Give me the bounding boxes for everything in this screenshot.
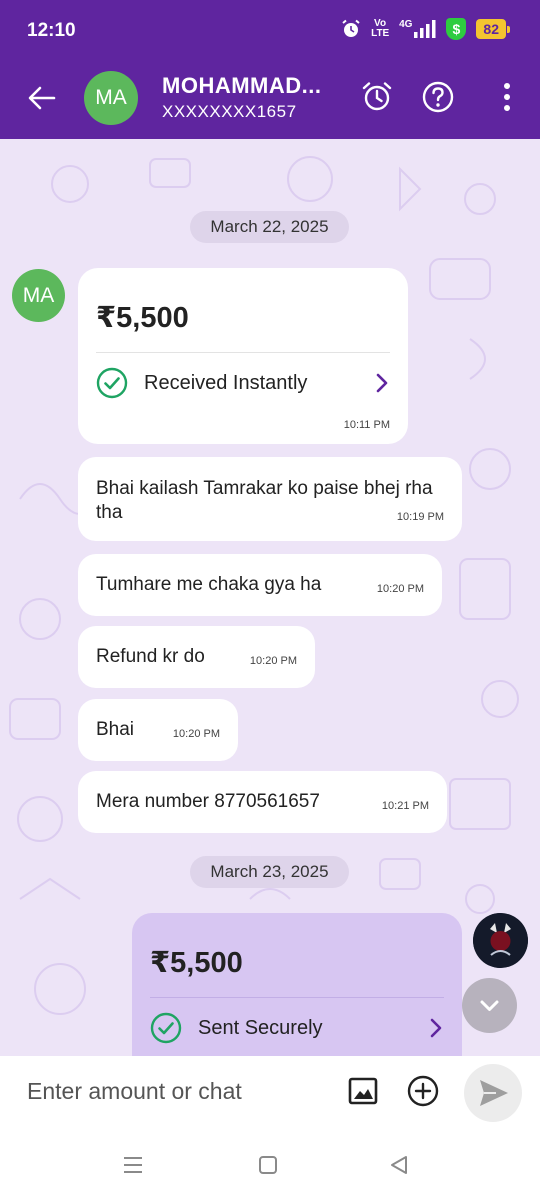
chat-header: MA MOHAMMAD... XXXXXXXX1657 — [0, 60, 540, 139]
card-divider — [96, 352, 390, 353]
chevron-down-icon — [480, 1000, 499, 1011]
check-circle-icon — [150, 1012, 182, 1044]
battery-indicator: 82 — [476, 19, 510, 39]
contact-number: XXXXXXXX1657 — [162, 102, 297, 121]
menu-nav-icon[interactable] — [122, 1154, 144, 1176]
payment-amount: ₹5,500 — [96, 302, 189, 334]
message-bubble[interactable]: Mera number 8770561657 10:21 PM — [78, 771, 447, 833]
payment-status-row[interactable]: Received Instantly — [96, 367, 390, 399]
message-time: 10:19 PM — [396, 511, 444, 523]
message-text: Bhai kailash Tamrakar ko paise bhej rha … — [96, 478, 433, 523]
image-icon[interactable] — [346, 1074, 380, 1108]
message-input-bar: Enter amount or chat — [0, 1056, 540, 1130]
message-text: Mera number 8770561657 — [96, 791, 320, 812]
volte-indicator: Vo LTE — [371, 18, 390, 39]
received-payment-card[interactable]: ₹5,500 Received Instantly 10:11 PM — [78, 268, 408, 444]
back-arrow-icon[interactable] — [26, 82, 58, 114]
message-bubble[interactable]: Bhai 10:20 PM — [78, 699, 238, 761]
payment-status: Sent Securely — [198, 1016, 323, 1039]
message-bubble[interactable]: Tumhare me chaka gya ha 10:20 PM — [78, 554, 442, 616]
send-button[interactable] — [464, 1064, 522, 1122]
status-bar: 12:10 Vo LTE 4G $ 82 — [0, 0, 540, 60]
sender-avatar[interactable]: MA — [12, 269, 65, 322]
network-type: 4G — [399, 19, 413, 30]
message-bubble[interactable]: Refund kr do 10:20 PM — [78, 626, 315, 688]
message-time: 10:20 PM — [172, 728, 220, 740]
contact-name[interactable]: MOHAMMAD... — [162, 73, 321, 99]
check-circle-icon — [96, 367, 128, 399]
chevron-right-icon — [430, 1018, 442, 1038]
status-time: 12:10 — [27, 20, 76, 41]
message-text: Refund kr do — [96, 646, 205, 667]
message-bubble[interactable]: Bhai kailash Tamrakar ko paise bhej rha … — [78, 457, 462, 541]
send-icon — [480, 1080, 508, 1106]
chat-area[interactable]: March 22, 2025 MA ₹5,500 Received Instan… — [0, 139, 540, 1056]
message-time: 10:21 PM — [381, 800, 429, 812]
message-time: 10:20 PM — [376, 583, 424, 595]
card-divider — [150, 997, 444, 998]
alarm-status-icon — [342, 19, 360, 37]
contact-avatar[interactable]: MA — [84, 71, 138, 125]
system-navigation-bar — [0, 1130, 540, 1200]
chat-input[interactable]: Enter amount or chat — [27, 1078, 242, 1105]
message-text: Bhai — [96, 719, 135, 740]
back-nav-icon[interactable] — [388, 1154, 410, 1176]
payment-amount: ₹5,500 — [150, 947, 243, 979]
payment-app-icon: $ — [446, 18, 467, 40]
home-nav-icon[interactable] — [257, 1154, 279, 1176]
status-icons: Vo LTE 4G $ 82 — [341, 18, 510, 40]
payment-status-row[interactable]: Sent Securely — [150, 1012, 444, 1044]
message-text: Tumhare me chaka gya ha — [96, 574, 322, 595]
sent-payment-card[interactable]: ₹5,500 Sent Securely — [132, 913, 462, 1056]
message-time: 10:20 PM — [249, 655, 297, 667]
help-icon[interactable] — [421, 80, 455, 114]
date-separator: March 23, 2025 — [190, 856, 349, 888]
more-icon[interactable] — [490, 80, 524, 114]
signal-icon: 4G — [399, 20, 436, 38]
alarm-icon[interactable] — [360, 80, 394, 114]
add-circle-icon[interactable] — [406, 1074, 440, 1108]
chevron-right-icon — [376, 373, 388, 393]
date-separator: March 22, 2025 — [190, 211, 349, 243]
own-profile-avatar[interactable] — [473, 913, 528, 968]
message-time: 10:11 PM — [343, 419, 390, 431]
payment-status: Received Instantly — [144, 371, 308, 394]
scroll-down-button[interactable] — [462, 978, 517, 1033]
profile-picture-icon — [473, 913, 528, 968]
